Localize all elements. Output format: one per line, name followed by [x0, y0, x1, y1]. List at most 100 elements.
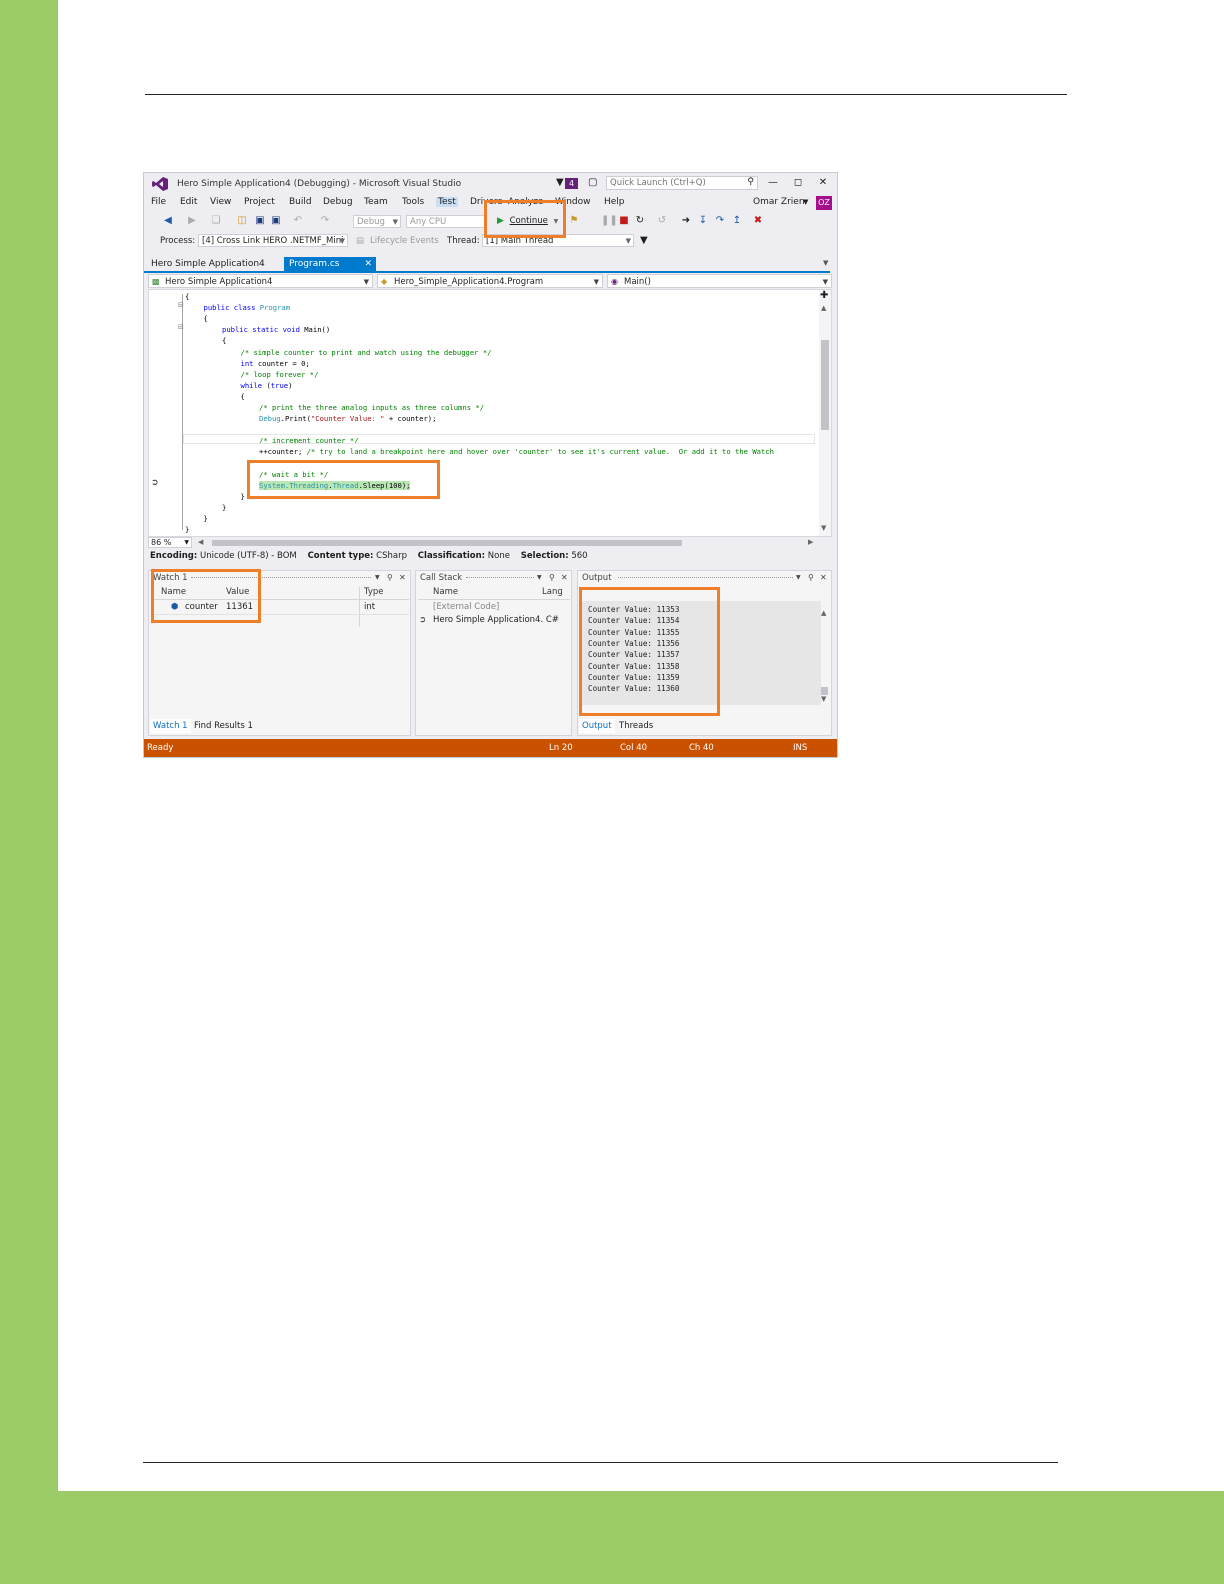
lifecycle-events[interactable]: Lifecycle Events: [370, 236, 439, 246]
breakpoint-toggle-icon[interactable]: ✖: [752, 215, 764, 227]
scroll-left-icon[interactable]: ◀: [198, 538, 203, 546]
chevron-down-icon[interactable]: ▼: [375, 571, 380, 585]
pin-icon[interactable]: ⚲: [549, 571, 555, 585]
undo-icon[interactable]: ↶: [292, 215, 304, 227]
attach-icon[interactable]: ⚑: [568, 215, 580, 227]
call-stack-col-name[interactable]: Name: [433, 587, 458, 597]
code-token: }: [222, 502, 227, 512]
scroll-up-icon[interactable]: ▲: [821, 304, 826, 312]
tab-watch-1[interactable]: Watch 1: [150, 719, 191, 733]
lifecycle-icon[interactable]: ▤: [356, 236, 364, 246]
minimize-icon[interactable]: —: [765, 177, 781, 191]
call-stack-panel: Call Stack ▼ ⚲ ✕ Name Lang [External Cod…: [415, 570, 572, 736]
user-name[interactable]: Omar Zrien: [753, 197, 805, 207]
pause-icon[interactable]: ❚❚: [601, 215, 618, 227]
menu-help[interactable]: Help: [604, 197, 625, 207]
code-line: ++counter; /* try to land a breakpoint h…: [259, 446, 774, 457]
save-all-icon[interactable]: ▣: [270, 215, 282, 227]
menu-project[interactable]: Project: [244, 197, 275, 207]
close-icon[interactable]: ✕: [815, 177, 831, 191]
menu-debug[interactable]: Debug: [323, 197, 353, 207]
notification-badge[interactable]: 4: [565, 178, 578, 189]
scroll-right-icon[interactable]: ▶: [808, 538, 813, 546]
member-dropdown[interactable]: ◉ Main() ▼: [607, 274, 832, 288]
close-icon[interactable]: ✕: [561, 571, 568, 585]
drag-handle[interactable]: [466, 577, 534, 580]
scroll-thumb[interactable]: [821, 340, 829, 430]
code-line: int counter = 0;: [241, 358, 310, 369]
footer-rule: [143, 1462, 1058, 1463]
filter-icon[interactable]: ▼: [556, 177, 564, 188]
redo-icon[interactable]: ↷: [319, 215, 331, 227]
restart-icon[interactable]: ↻: [634, 215, 646, 227]
menu-view[interactable]: View: [210, 197, 231, 207]
configuration-select[interactable]: Debug ▼: [353, 215, 401, 228]
close-icon[interactable]: ✕: [820, 571, 827, 585]
menu-test[interactable]: Test: [436, 197, 458, 207]
show-next-statement-icon[interactable]: ➜: [680, 215, 692, 227]
scroll-down-icon[interactable]: ▼: [821, 695, 826, 703]
chevron-down-icon[interactable]: ▼: [537, 571, 542, 585]
chevron-down-icon: ▼: [593, 278, 599, 286]
drag-handle[interactable]: [618, 577, 793, 580]
document-info-bar: Encoding: Unicode (UTF-8) - BOM Content …: [150, 551, 830, 563]
back-icon[interactable]: ◀: [162, 215, 174, 227]
project-dropdown[interactable]: ▩ Hero Simple Application4 ▼: [148, 274, 373, 288]
watch-col-type[interactable]: Type: [364, 587, 384, 597]
maximize-icon[interactable]: ◻: [790, 177, 806, 191]
pin-icon[interactable]: ⚲: [808, 571, 814, 585]
chevron-down-icon[interactable]: ▼: [823, 259, 828, 267]
chevron-down-icon[interactable]: ▼: [796, 571, 801, 585]
call-stack-col-lang[interactable]: Lang: [542, 587, 563, 597]
filter-icon[interactable]: ▼: [640, 235, 648, 246]
output-scrollbar[interactable]: ▲ ▼: [819, 601, 830, 705]
menu-file[interactable]: File: [151, 197, 166, 207]
menu-build[interactable]: Build: [289, 197, 312, 207]
save-icon[interactable]: ▣: [254, 215, 266, 227]
pin-icon[interactable]: ⚲: [387, 571, 393, 585]
open-folder-icon[interactable]: ◫: [236, 215, 248, 227]
code-editor[interactable]: ⊟ ⊟ ➲ {public class Program{public stati…: [148, 289, 832, 537]
code-line: Debug.Print("Counter Value: " + counter)…: [259, 413, 436, 424]
chevron-down-icon[interactable]: ▼: [803, 198, 808, 206]
tab-output[interactable]: Output: [579, 719, 615, 733]
process-select[interactable]: [4] Cross Link HERO .NETMF_Mini ▼: [198, 234, 348, 247]
list-item[interactable]: Hero Simple Application4. C#: [433, 615, 559, 625]
step-out-icon[interactable]: ↥: [731, 215, 743, 227]
chevron-down-icon: ▼: [184, 539, 189, 546]
menu-team[interactable]: Team: [364, 197, 388, 207]
menu-edit[interactable]: Edit: [180, 197, 197, 207]
tab-threads[interactable]: Threads: [616, 719, 656, 733]
content-type-value: CSharp: [376, 551, 407, 561]
list-item[interactable]: [External Code]: [433, 602, 499, 612]
new-project-icon[interactable]: ❏: [210, 215, 222, 227]
platform-select[interactable]: Any CPU: [406, 215, 486, 228]
horizontal-scroll-thumb[interactable]: [212, 540, 682, 546]
quick-launch-box[interactable]: ⚲: [606, 176, 758, 190]
search-icon[interactable]: ⚲: [747, 177, 754, 187]
avatar[interactable]: OZ: [816, 196, 832, 210]
tab-program-cs[interactable]: Program.cs ✕: [284, 257, 376, 271]
chevron-down-icon: ▼: [363, 278, 369, 286]
feedback-icon[interactable]: ▢: [588, 177, 597, 188]
step-into-icon[interactable]: ↧: [697, 215, 709, 227]
zoom-select[interactable]: 86 % ▼: [148, 537, 192, 548]
output-header: Output ▼ ⚲ ✕: [578, 571, 831, 585]
forward-icon[interactable]: ▶: [186, 215, 198, 227]
scroll-up-icon[interactable]: ▲: [821, 609, 826, 617]
close-icon[interactable]: ✕: [364, 257, 372, 271]
vertical-scrollbar[interactable]: ✚ ▲ ▼: [819, 290, 831, 536]
menu-tools[interactable]: Tools: [402, 197, 424, 207]
close-icon[interactable]: ✕: [399, 571, 406, 585]
tab-find-results-1[interactable]: Find Results 1: [191, 719, 256, 733]
split-icon[interactable]: ✚: [820, 290, 828, 301]
tab-solution[interactable]: Hero Simple Application4: [146, 257, 270, 271]
step-over-icon[interactable]: ↷: [714, 215, 726, 227]
code-token: + counter);: [384, 414, 437, 424]
class-dropdown[interactable]: ◆ Hero_Simple_Application4.Program ▼: [377, 274, 603, 288]
scroll-down-icon[interactable]: ▼: [821, 524, 826, 532]
scroll-thumb[interactable]: [821, 687, 828, 695]
quick-launch-input[interactable]: [607, 177, 738, 188]
hot-reload-icon[interactable]: ↺: [656, 215, 668, 227]
stop-icon[interactable]: ■: [618, 215, 630, 227]
